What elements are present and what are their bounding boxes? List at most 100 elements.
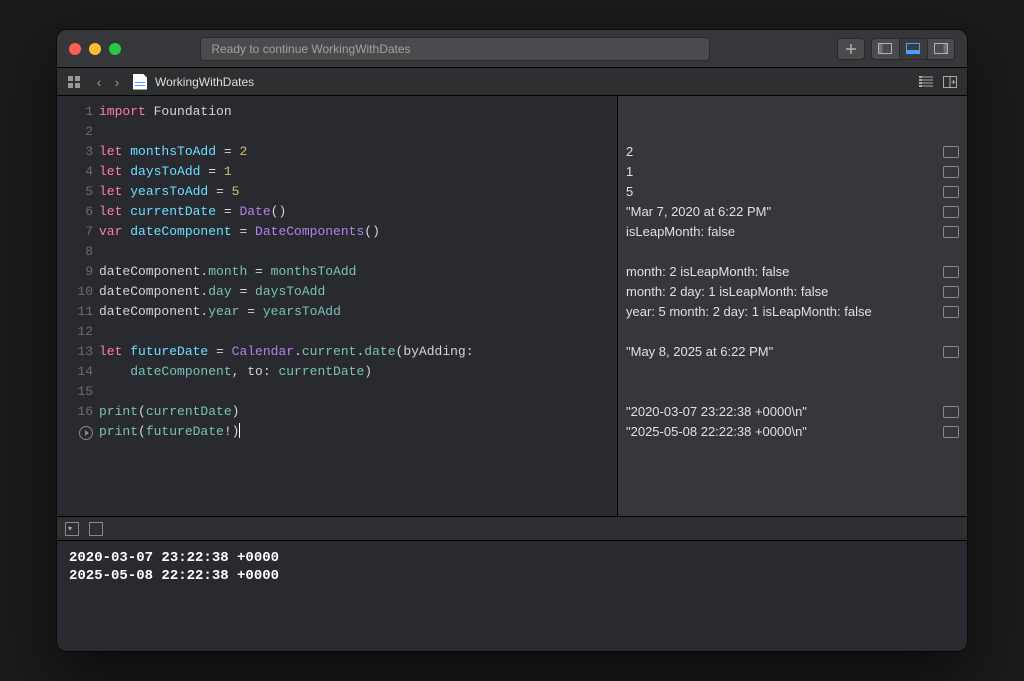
code-line[interactable]: dateComponent.year = yearsToAdd bbox=[99, 302, 617, 322]
xcode-window: Ready to continue WorkingWithDates bbox=[57, 30, 967, 651]
code-line[interactable] bbox=[99, 322, 617, 342]
text-cursor bbox=[239, 423, 240, 438]
show-inspector-button[interactable] bbox=[927, 38, 955, 60]
quicklook-icon[interactable] bbox=[943, 186, 959, 198]
titlebar[interactable]: Ready to continue WorkingWithDates bbox=[57, 30, 967, 68]
result-row[interactable]: "2020-03-07 23:22:38 +0000\n" bbox=[626, 402, 959, 422]
result-row bbox=[626, 122, 959, 142]
result-text: "May 8, 2025 at 6:22 PM" bbox=[626, 342, 937, 362]
code-line[interactable]: print(currentDate) bbox=[99, 402, 617, 422]
status-text: Ready to continue WorkingWithDates bbox=[211, 42, 410, 56]
console-clear-icon[interactable] bbox=[89, 522, 103, 536]
view-segmented-control bbox=[871, 38, 955, 60]
line-number: 1 bbox=[57, 102, 93, 122]
code-line[interactable]: print(futureDate!) bbox=[99, 422, 617, 442]
result-row[interactable]: 2 bbox=[626, 142, 959, 162]
line-number: 6 bbox=[57, 202, 93, 222]
line-number: 2 bbox=[57, 122, 93, 142]
show-navigator-button[interactable] bbox=[871, 38, 899, 60]
console-filter-icon[interactable]: ▾ bbox=[65, 522, 79, 536]
code-line[interactable]: let yearsToAdd = 5 bbox=[99, 182, 617, 202]
result-row[interactable]: isLeapMonth: false bbox=[626, 222, 959, 242]
result-row[interactable]: "May 8, 2025 at 6:22 PM" bbox=[626, 342, 959, 362]
show-debug-button[interactable] bbox=[899, 38, 927, 60]
results-sidebar: 215"Mar 7, 2020 at 6:22 PM"isLeapMonth: … bbox=[617, 96, 967, 516]
result-text: "2020-03-07 23:22:38 +0000\n" bbox=[626, 402, 937, 422]
related-items-icon[interactable] bbox=[65, 73, 83, 91]
result-text: month: 2 isLeapMonth: false bbox=[626, 262, 937, 282]
add-button[interactable] bbox=[837, 38, 865, 60]
minimize-button[interactable] bbox=[89, 43, 101, 55]
result-row[interactable]: year: 5 month: 2 day: 1 isLeapMonth: fal… bbox=[626, 302, 959, 322]
quicklook-icon[interactable] bbox=[943, 306, 959, 318]
line-number: 11 bbox=[57, 302, 93, 322]
nav-forward-button[interactable]: › bbox=[109, 74, 125, 90]
quicklook-icon[interactable] bbox=[943, 166, 959, 178]
result-row bbox=[626, 242, 959, 262]
result-row[interactable]: 1 bbox=[626, 162, 959, 182]
line-number: 12 bbox=[57, 322, 93, 342]
result-row[interactable]: "Mar 7, 2020 at 6:22 PM" bbox=[626, 202, 959, 222]
result-text: isLeapMonth: false bbox=[626, 222, 937, 242]
quicklook-icon[interactable] bbox=[943, 286, 959, 298]
line-number: 7 bbox=[57, 222, 93, 242]
result-row[interactable]: "2025-05-08 22:22:38 +0000\n" bbox=[626, 422, 959, 442]
result-text: "2025-05-08 22:22:38 +0000\n" bbox=[626, 422, 937, 442]
code-editor[interactable]: 12345678910111213141516 import Foundatio… bbox=[57, 96, 617, 516]
result-row[interactable]: month: 2 day: 1 isLeapMonth: false bbox=[626, 282, 959, 302]
quicklook-icon[interactable] bbox=[943, 206, 959, 218]
result-text: month: 2 day: 1 isLeapMonth: false bbox=[626, 282, 937, 302]
console-output[interactable]: 2020-03-07 23:22:38 +0000 2025-05-08 22:… bbox=[57, 541, 967, 651]
code-line[interactable]: var dateComponent = DateComponents() bbox=[99, 222, 617, 242]
code-line[interactable] bbox=[99, 242, 617, 262]
code-line[interactable]: let daysToAdd = 1 bbox=[99, 162, 617, 182]
outline-icon[interactable] bbox=[917, 73, 935, 91]
result-text: 1 bbox=[626, 162, 937, 182]
quicklook-icon[interactable] bbox=[943, 146, 959, 158]
console-toolbar[interactable]: ▾ bbox=[57, 517, 967, 541]
line-number: 4 bbox=[57, 162, 93, 182]
quicklook-icon[interactable] bbox=[943, 226, 959, 238]
console-line: 2025-05-08 22:22:38 +0000 bbox=[69, 567, 955, 585]
result-text: year: 5 month: 2 day: 1 isLeapMonth: fal… bbox=[626, 302, 937, 322]
code-line[interactable]: let futureDate = Calendar.current.date(b… bbox=[99, 342, 617, 362]
code-line[interactable]: let currentDate = Date() bbox=[99, 202, 617, 222]
result-row[interactable]: month: 2 isLeapMonth: false bbox=[626, 262, 959, 282]
editor-results-split: 12345678910111213141516 import Foundatio… bbox=[57, 96, 967, 516]
code-line[interactable] bbox=[99, 122, 617, 142]
jumpbar-right bbox=[917, 73, 959, 91]
line-number: 9 bbox=[57, 262, 93, 282]
console-line: 2020-03-07 23:22:38 +0000 bbox=[69, 549, 955, 567]
result-text: 5 bbox=[626, 182, 937, 202]
execute-play-icon[interactable] bbox=[79, 426, 93, 440]
quicklook-icon[interactable] bbox=[943, 406, 959, 418]
line-number: 15 bbox=[57, 382, 93, 402]
activity-status[interactable]: Ready to continue WorkingWithDates bbox=[200, 37, 710, 61]
result-text: 2 bbox=[626, 142, 937, 162]
zoom-button[interactable] bbox=[109, 43, 121, 55]
quicklook-icon[interactable] bbox=[943, 266, 959, 278]
breadcrumb-file[interactable]: WorkingWithDates bbox=[155, 75, 254, 89]
code-line[interactable]: dateComponent.month = monthsToAdd bbox=[99, 262, 617, 282]
code-line[interactable] bbox=[99, 382, 617, 402]
nav-back-button[interactable]: ‹ bbox=[91, 74, 107, 90]
add-editor-icon[interactable] bbox=[941, 73, 959, 91]
result-row bbox=[626, 102, 959, 122]
code-line[interactable]: import Foundation bbox=[99, 102, 617, 122]
playground-file-icon bbox=[133, 74, 147, 90]
code-line[interactable]: dateComponent, to: currentDate) bbox=[99, 362, 617, 382]
code-line[interactable]: dateComponent.day = daysToAdd bbox=[99, 282, 617, 302]
code-area[interactable]: import Foundationlet monthsToAdd = 2let … bbox=[99, 96, 617, 516]
line-number: 14 bbox=[57, 362, 93, 382]
code-line[interactable]: let monthsToAdd = 2 bbox=[99, 142, 617, 162]
result-row bbox=[626, 362, 959, 382]
quicklook-icon[interactable] bbox=[943, 346, 959, 358]
jump-bar[interactable]: ‹ › WorkingWithDates bbox=[57, 68, 967, 96]
debug-console: ▾ 2020-03-07 23:22:38 +0000 2025-05-08 2… bbox=[57, 516, 967, 651]
quicklook-icon[interactable] bbox=[943, 426, 959, 438]
line-number: 3 bbox=[57, 142, 93, 162]
result-row[interactable]: 5 bbox=[626, 182, 959, 202]
close-button[interactable] bbox=[69, 43, 81, 55]
line-number: 13 bbox=[57, 342, 93, 362]
result-row bbox=[626, 322, 959, 342]
